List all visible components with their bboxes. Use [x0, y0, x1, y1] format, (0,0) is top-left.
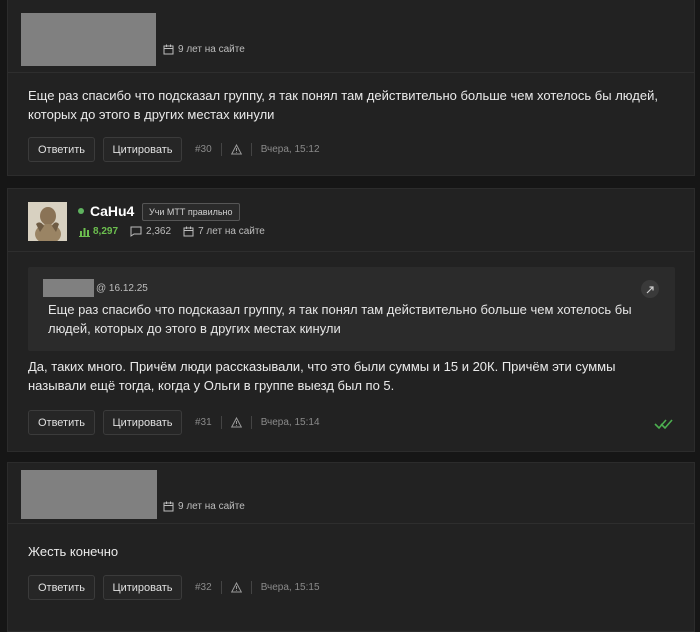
member-since-text: 9 лет на сайте	[178, 44, 245, 55]
avatar-image	[28, 202, 67, 241]
divider	[220, 581, 222, 594]
messages-icon	[130, 226, 142, 237]
forum-post: CaHu4 Учи МТТ правильно 8,297 2,362 7 ле…	[7, 188, 695, 452]
quote-text: Еще раз спасибо что подсказал группу, я …	[48, 302, 632, 336]
quoted-message: @ 16.12.25 Еще раз спасибо что подсказал…	[28, 267, 675, 351]
warning-icon[interactable]	[230, 417, 242, 428]
post-time: Вчера, 15:14	[260, 417, 320, 428]
author-stats: 8,297 2,362 7 лет на сайте	[79, 226, 265, 237]
forum-post: 9 лет на сайте Жесть конечно Ответить Ци…	[7, 462, 695, 632]
quote-meta: @ 16.12.25	[43, 279, 148, 297]
post-number[interactable]: #32	[195, 582, 212, 593]
quote-button[interactable]: Цитировать	[103, 575, 182, 600]
member-since: 9 лет на сайте	[163, 501, 245, 512]
post-body: Да, таких много. Причём люди рассказывал…	[28, 359, 616, 393]
post-actions: Ответить Цитировать #31 Вчера, 15:14	[28, 410, 320, 435]
calendar-icon	[163, 44, 174, 55]
post-time: Вчера, 15:15	[260, 582, 320, 593]
quote-button[interactable]: Цитировать	[103, 410, 182, 435]
warning-icon[interactable]	[230, 144, 242, 155]
user-title-badge: Учи МТТ правильно	[142, 203, 240, 221]
divider	[8, 72, 694, 73]
online-status-indicator	[78, 208, 84, 214]
username[interactable]: CaHu4	[90, 203, 134, 219]
warning-icon[interactable]	[230, 582, 242, 593]
member-since-text: 7 лет на сайте	[198, 226, 265, 237]
post-body: Жесть конечно	[28, 544, 119, 559]
post-number[interactable]: #30	[195, 144, 212, 155]
member-since: 9 лет на сайте	[163, 44, 245, 55]
post-actions: Ответить Цитировать #30 Вчера, 15:12	[28, 137, 320, 162]
avatar[interactable]	[28, 202, 67, 241]
post-time: Вчера, 15:12	[260, 144, 320, 155]
reply-button[interactable]: Ответить	[28, 137, 95, 162]
author-rating: 8,297	[93, 226, 119, 237]
quote-button[interactable]: Цитировать	[103, 137, 182, 162]
post-number[interactable]: #31	[195, 417, 212, 428]
redacted-author	[21, 470, 157, 519]
reply-button[interactable]: Ответить	[28, 575, 95, 600]
divider	[220, 416, 222, 429]
divider	[250, 143, 252, 156]
divider	[220, 143, 222, 156]
post-body: Еще раз спасибо что подсказал группу, я …	[28, 88, 658, 122]
rating-icon	[79, 228, 90, 237]
redacted-author	[21, 13, 156, 66]
forum-post: 9 лет на сайте Еще раз спасибо что подск…	[7, 0, 695, 176]
divider	[8, 523, 694, 524]
redacted-quote-author	[43, 279, 94, 297]
double-check-icon	[654, 419, 673, 430]
divider	[250, 581, 252, 594]
quote-date: @ 16.12.25	[96, 282, 148, 294]
member-since-text: 9 лет на сайте	[178, 501, 245, 512]
divider	[250, 416, 252, 429]
quote-link-icon[interactable]	[641, 280, 659, 298]
author-messages: 2,362	[146, 226, 172, 237]
post-actions: Ответить Цитировать #32 Вчера, 15:15	[28, 575, 320, 600]
divider	[8, 251, 694, 252]
calendar-icon	[183, 226, 194, 237]
calendar-icon	[163, 501, 174, 512]
reply-button[interactable]: Ответить	[28, 410, 95, 435]
